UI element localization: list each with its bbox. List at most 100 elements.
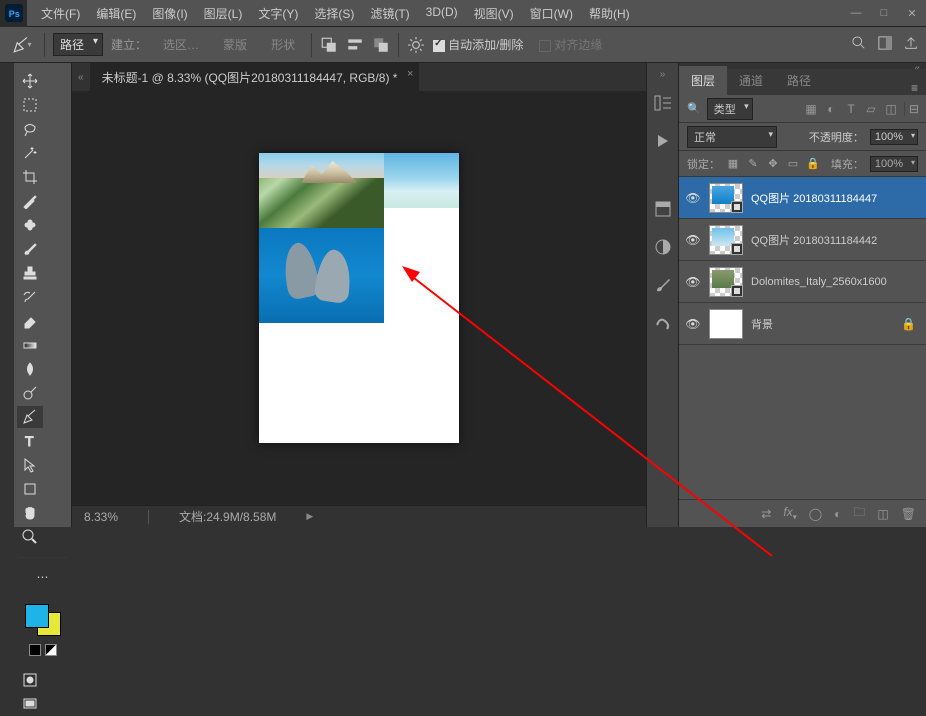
- layer-row[interactable]: 👁QQ图片 20180311184442: [679, 219, 926, 261]
- menu-6[interactable]: 滤镜(T): [362, 0, 417, 27]
- lock-transparent-icon[interactable]: ▦: [726, 157, 740, 170]
- eraser-tool-icon[interactable]: [17, 310, 43, 332]
- panel-menu-icon[interactable]: ≡: [903, 81, 926, 95]
- link-layers-icon[interactable]: ⇄: [761, 507, 771, 521]
- default-colors-icon[interactable]: [29, 644, 41, 656]
- adjustment-layer-icon[interactable]: ◐: [834, 507, 841, 521]
- layer-thumbnail[interactable]: [709, 225, 743, 255]
- layer-fx-icon[interactable]: fx▾: [783, 505, 796, 521]
- crop-tool-icon[interactable]: [17, 166, 43, 188]
- filter-shape-icon[interactable]: ▱: [864, 102, 878, 116]
- menu-8[interactable]: 视图(V): [466, 0, 522, 27]
- fill-input[interactable]: 100%: [870, 156, 918, 172]
- visibility-eye-icon[interactable]: 👁: [685, 191, 701, 205]
- selection-button[interactable]: 选区…: [155, 33, 207, 56]
- tab-paths[interactable]: 路径: [775, 66, 823, 95]
- layer-row[interactable]: 👁背景🔒: [679, 303, 926, 345]
- visibility-eye-icon[interactable]: 👁: [685, 233, 701, 247]
- menu-3[interactable]: 图层(L): [196, 0, 251, 27]
- canvas[interactable]: [259, 153, 459, 443]
- screenmode-icon[interactable]: [17, 693, 43, 715]
- layer-thumbnail[interactable]: [709, 267, 743, 297]
- gear-icon[interactable]: [407, 36, 425, 54]
- path-select-tool-icon[interactable]: [17, 454, 43, 476]
- swap-colors-icon[interactable]: [45, 644, 57, 656]
- lock-paint-icon[interactable]: ✎: [746, 157, 760, 170]
- marquee-tool-icon[interactable]: [17, 94, 43, 116]
- align-icon[interactable]: [346, 36, 364, 54]
- adjustments-panel-icon[interactable]: [653, 237, 673, 257]
- edit-toolbar-icon[interactable]: ⋯: [30, 566, 56, 588]
- filter-toggle-icon[interactable]: ⊟: [904, 102, 918, 116]
- path-op-icon[interactable]: [320, 36, 338, 54]
- zoom-tool-icon[interactable]: [17, 526, 43, 548]
- close-tab-icon[interactable]: ×: [407, 68, 413, 80]
- layer-group-icon[interactable]: 🗀: [853, 503, 865, 524]
- tab-collapse-icon[interactable]: «: [72, 72, 90, 83]
- history-panel-icon[interactable]: [653, 93, 673, 113]
- stamp-tool-icon[interactable]: [17, 262, 43, 284]
- pen-tool-icon[interactable]: [17, 406, 43, 428]
- menu-4[interactable]: 文字(Y): [250, 0, 306, 27]
- share-icon[interactable]: [904, 36, 918, 53]
- history-brush-tool-icon[interactable]: [17, 286, 43, 308]
- new-layer-icon[interactable]: ◫: [877, 507, 888, 521]
- filter-type-icon[interactable]: T: [844, 102, 858, 116]
- quickmask-icon[interactable]: [17, 669, 43, 691]
- menu-10[interactable]: 帮助(H): [581, 0, 638, 27]
- tab-layers[interactable]: 图层: [679, 66, 727, 95]
- filter-kind-select[interactable]: 类型: [707, 98, 753, 120]
- tool-indicator-pen-icon[interactable]: ▾: [8, 34, 36, 56]
- wand-tool-icon[interactable]: [17, 142, 43, 164]
- hand-tool-icon[interactable]: [17, 502, 43, 524]
- type-tool-icon[interactable]: T: [17, 430, 43, 452]
- zoom-level[interactable]: 8.33%: [84, 510, 118, 524]
- healing-tool-icon[interactable]: [17, 214, 43, 236]
- path-mode-select[interactable]: 路径: [53, 33, 103, 56]
- visibility-eye-icon[interactable]: 👁: [685, 317, 701, 331]
- dodge-tool-icon[interactable]: [17, 382, 43, 404]
- styles-panel-icon[interactable]: [653, 313, 673, 333]
- menu-9[interactable]: 窗口(W): [522, 0, 581, 27]
- lasso-tool-icon[interactable]: [17, 118, 43, 140]
- layer-mask-icon[interactable]: ◯: [809, 507, 822, 521]
- window-maximize-icon[interactable]: □: [870, 2, 898, 24]
- layer-row[interactable]: 👁Dolomites_Italy_2560x1600: [679, 261, 926, 303]
- document-tab[interactable]: 未标题-1 @ 8.33% (QQ图片20180311184447, RGB/8…: [90, 63, 420, 92]
- brushes-panel-icon[interactable]: [653, 275, 673, 295]
- brush-tool-icon[interactable]: [17, 238, 43, 260]
- move-tool-icon[interactable]: [17, 70, 43, 92]
- layer-thumbnail[interactable]: [709, 183, 743, 213]
- color-swatches[interactable]: [23, 602, 63, 638]
- tab-channels[interactable]: 通道: [727, 66, 775, 95]
- blur-tool-icon[interactable]: [17, 358, 43, 380]
- delete-layer-icon[interactable]: 🗑: [901, 507, 916, 521]
- workspace-icon[interactable]: [878, 36, 892, 53]
- window-minimize-icon[interactable]: —: [842, 2, 870, 24]
- search-icon[interactable]: [852, 36, 866, 53]
- menu-7[interactable]: 3D(D): [418, 0, 466, 27]
- visibility-eye-icon[interactable]: 👁: [685, 275, 701, 289]
- opacity-input[interactable]: 100%: [870, 129, 918, 145]
- search-small-icon[interactable]: 🔍: [687, 102, 701, 115]
- menu-5[interactable]: 选择(S): [306, 0, 362, 27]
- properties-panel-icon[interactable]: [653, 199, 673, 219]
- arrange-icon[interactable]: [372, 36, 390, 54]
- menu-2[interactable]: 图像(I): [144, 0, 195, 27]
- filter-smart-icon[interactable]: ◫: [884, 102, 898, 116]
- window-close-icon[interactable]: ✕: [898, 2, 926, 24]
- layer-thumbnail[interactable]: [709, 309, 743, 339]
- panel-collapse-icon[interactable]: »: [660, 69, 666, 80]
- shape-tool-icon[interactable]: [17, 478, 43, 500]
- layer-row[interactable]: 👁QQ图片 20180311184447: [679, 177, 926, 219]
- lock-artboard-icon[interactable]: ▭: [786, 157, 800, 170]
- auto-add-delete-checkbox[interactable]: 自动添加/删除: [433, 36, 523, 53]
- filter-pixel-icon[interactable]: ▦: [804, 102, 818, 116]
- menu-0[interactable]: 文件(F): [33, 0, 88, 27]
- foreground-color[interactable]: [25, 604, 49, 628]
- filter-adjust-icon[interactable]: ◐: [824, 102, 838, 116]
- lock-position-icon[interactable]: ✥: [766, 157, 780, 170]
- actions-panel-icon[interactable]: [653, 131, 673, 151]
- blend-mode-select[interactable]: 正常: [687, 126, 777, 148]
- menu-1[interactable]: 编辑(E): [88, 0, 144, 27]
